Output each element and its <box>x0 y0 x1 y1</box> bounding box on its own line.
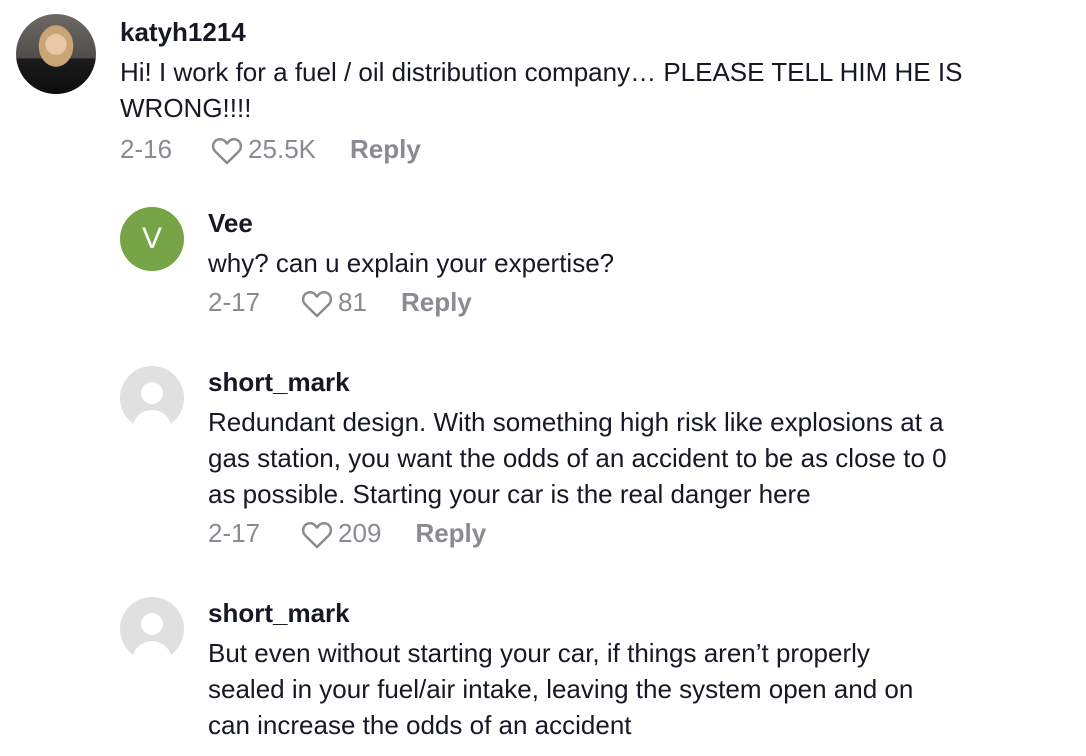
comment-content: short_mark Redundant design. With someth… <box>208 366 947 549</box>
username[interactable]: Vee <box>208 207 614 239</box>
avatar[interactable] <box>120 366 184 430</box>
comment-meta: 2-17 81 Reply <box>208 287 614 318</box>
username[interactable]: short_mark <box>208 597 913 629</box>
avatar[interactable] <box>16 14 96 94</box>
comment-reply: short_mark But even without starting you… <box>120 597 913 743</box>
reply-button[interactable]: Reply <box>401 287 472 318</box>
comment-reply: V Vee why? can u explain your expertise?… <box>120 207 614 318</box>
comment-text: why? can u explain your expertise? <box>208 245 614 281</box>
like-button[interactable]: 25.5K <box>210 134 316 165</box>
comment-text: Redundant design. With something high ri… <box>208 404 947 512</box>
reply-button[interactable]: Reply <box>350 134 421 165</box>
comment-meta: 2-16 25.5K Reply <box>120 134 962 165</box>
heart-outline-icon <box>301 290 333 317</box>
like-count: 25.5K <box>248 134 316 164</box>
comment-content: Vee why? can u explain your expertise? 2… <box>208 207 614 318</box>
username[interactable]: short_mark <box>208 366 947 398</box>
comment-text-line: Hi! I work for a fuel / oil distribution… <box>120 57 963 87</box>
comment-text-line: sealed in your fuel/air intake, leaving … <box>208 674 914 704</box>
comment: katyh1214 Hi! I work for a fuel / oil di… <box>16 14 962 165</box>
username[interactable]: katyh1214 <box>120 16 962 48</box>
comment-date: 2-16 <box>120 134 173 164</box>
like-count: 209 <box>338 518 382 548</box>
avatar[interactable]: V <box>120 207 184 271</box>
like-count: 81 <box>338 287 367 317</box>
comment-text: Hi! I work for a fuel / oil distribution… <box>120 54 962 126</box>
like-button[interactable]: 81 <box>300 287 367 318</box>
comment-content: katyh1214 Hi! I work for a fuel / oil di… <box>120 16 962 165</box>
heart-outline-icon <box>211 137 243 164</box>
heart-outline-icon <box>301 521 333 548</box>
default-avatar-icon <box>141 613 163 635</box>
comment-text-line: But even without starting your car, if t… <box>208 638 870 668</box>
comment-text-line: as possible. Starting your car is the re… <box>208 479 811 509</box>
like-button[interactable]: 209 <box>300 518 381 549</box>
comment-meta: 2-17 209 Reply <box>208 518 947 549</box>
reply-button[interactable]: Reply <box>415 518 486 549</box>
comment-reply: short_mark Redundant design. With someth… <box>120 366 947 549</box>
comment-text-line: why? can u explain your expertise? <box>208 248 615 278</box>
default-avatar-icon <box>141 382 163 404</box>
comment-text-line: can increase the odds of an accident <box>208 710 632 740</box>
comment-text-line: Redundant design. With something high ri… <box>208 407 944 437</box>
comment-content: short_mark But even without starting you… <box>208 597 913 743</box>
comment-text: But even without starting your car, if t… <box>208 635 913 743</box>
comment-date: 2-17 <box>208 287 261 317</box>
avatar-initial: V <box>141 222 162 255</box>
comment-text-line: gas station, you want the odds of an acc… <box>208 443 947 473</box>
comment-date: 2-17 <box>208 518 261 548</box>
comment-text-line: WRONG!!!! <box>120 93 252 123</box>
avatar[interactable] <box>120 597 184 661</box>
